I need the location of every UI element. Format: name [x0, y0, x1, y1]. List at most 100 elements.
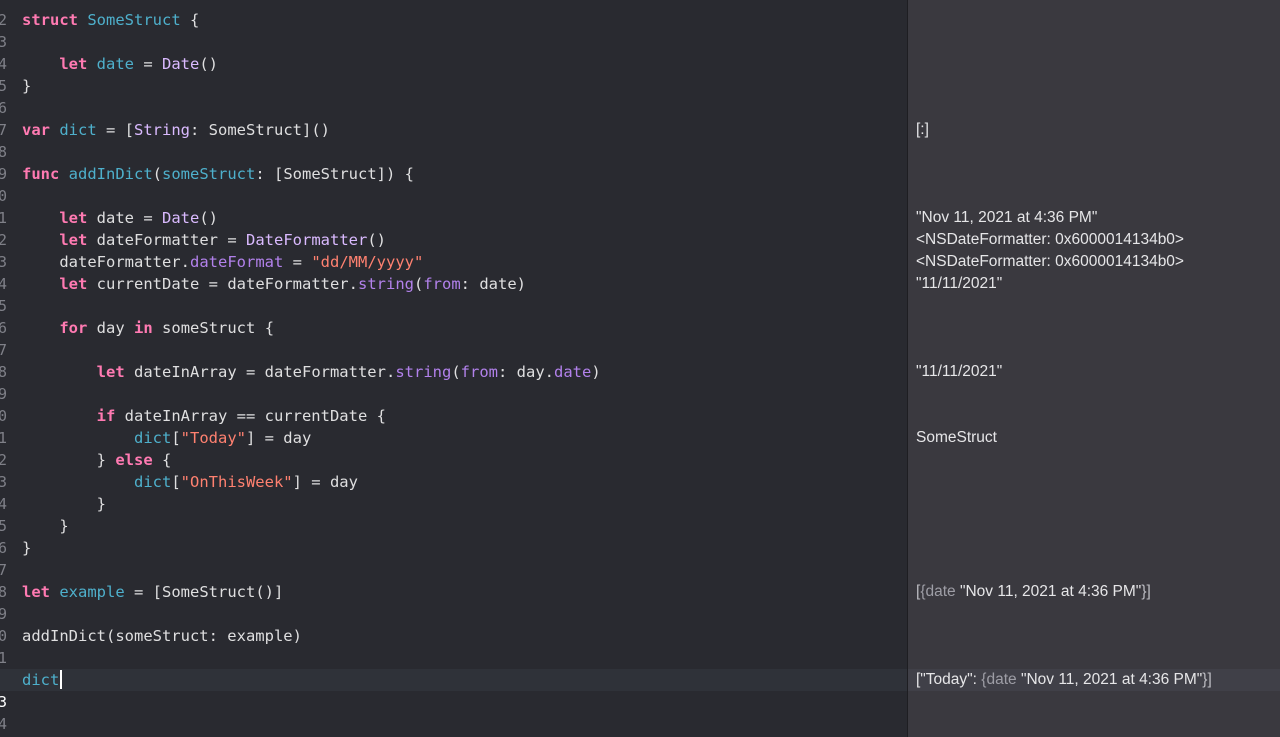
result-key: date — [925, 583, 960, 600]
property: date — [554, 363, 592, 381]
code-line[interactable]: 19 let dateInArray = dateFormatter.strin… — [0, 361, 907, 403]
identifier: currentDate — [96, 275, 200, 293]
result-value[interactable]: "11/11/2021" — [916, 273, 1002, 295]
result-value[interactable]: "11/11/2021" — [916, 361, 1002, 383]
punctuation: : SomeStruct]() — [190, 121, 330, 139]
identifier: addInDict — [68, 165, 153, 183]
code-line[interactable]: 30 — [0, 603, 907, 645]
result-value[interactable]: ["Today": {date "Nov 11, 2021 at 4:36 PM… — [916, 669, 1212, 691]
code-line[interactable]: 31 addInDict(someStruct: example) — [0, 625, 907, 667]
punctuation: { — [180, 11, 200, 29]
code-text: let dateFormatter = DateFormatter() — [22, 229, 386, 251]
punctuation: () — [199, 209, 218, 227]
code-line[interactable]: 5 let date = Date() — [0, 53, 907, 95]
code-line[interactable]: 24 dict["OnThisWeek"] = day — [0, 471, 907, 513]
code-line[interactable]: 9 — [0, 141, 907, 183]
punctuation: { — [152, 451, 172, 469]
code-text: let date = Date() — [22, 207, 218, 229]
punctuation: = — [218, 231, 246, 249]
identifier: dateFormatter — [59, 253, 181, 271]
string-literal: "OnThisWeek" — [180, 473, 293, 491]
result-value[interactable]: "Nov 11, 2021 at 4:36 PM" — [916, 207, 1097, 229]
code-line[interactable]: 14 dateFormatter.dateFormat = "dd/MM/yyy… — [0, 251, 907, 293]
identifier: date — [96, 55, 134, 73]
punctuation: { — [255, 319, 275, 337]
code-line[interactable]: 28 — [0, 559, 907, 601]
result-value[interactable]: [{date "Nov 11, 2021 at 4:36 PM"}] — [916, 581, 1151, 603]
punctuation: [ — [171, 429, 181, 447]
code-text: dict — [22, 669, 63, 691]
identifier: dict — [59, 121, 97, 139]
code-text: let example = [SomeStruct()] — [22, 581, 283, 603]
code-line[interactable]: 25 } — [0, 493, 907, 535]
result-value[interactable]: SomeStruct — [916, 427, 997, 449]
code-text: var dict = [String: SomeStruct]() — [22, 119, 330, 141]
code-line[interactable]: 32 — [0, 647, 907, 689]
result-value[interactable]: <NSDateFormatter: 0x6000014134b0> — [916, 229, 1184, 251]
code-text: } — [22, 75, 31, 97]
result-value[interactable]: <NSDateFormatter: 0x6000014134b0> — [916, 251, 1184, 273]
result-string: "Nov 11, 2021 at 4:36 PM" — [1020, 671, 1203, 688]
code-text: dict["OnThisWeek"] = day — [22, 471, 358, 493]
code-editor[interactable]: 2 3 struct SomeStruct { 4 5 let date = D… — [0, 0, 907, 737]
result-key: ["Today": — [916, 671, 982, 688]
code-line[interactable]: 3 struct SomeStruct { — [0, 9, 907, 51]
keyword: let — [59, 55, 88, 73]
identifier: date — [96, 209, 134, 227]
punctuation: }] — [1202, 671, 1212, 688]
code-text: func addInDict(someStruct: [SomeStruct])… — [22, 163, 414, 185]
text-cursor — [60, 670, 63, 689]
code-text: addInDict(someStruct: example) — [22, 627, 302, 645]
code-line[interactable]: 21 if dateInArray == currentDate { — [0, 405, 907, 447]
code-line[interactable]: 7 — [0, 97, 907, 139]
result-value[interactable]: [:] — [916, 119, 929, 141]
keyword: for — [59, 319, 88, 337]
code-line[interactable]: 2 — [0, 0, 907, 29]
code-line[interactable]: 17 for day in someStruct { — [0, 317, 907, 359]
identifier: dateFormatter — [96, 231, 218, 249]
code-line[interactable]: 26 } — [0, 515, 907, 557]
punctuation: [ — [171, 473, 181, 491]
current-code-line[interactable]: 33 dict — [0, 669, 907, 711]
code-line[interactable]: 4 — [0, 31, 907, 73]
argument-label: from — [423, 275, 461, 293]
punctuation: = — [283, 253, 312, 271]
punctuation: = — [236, 363, 265, 381]
code-line[interactable]: 11 — [0, 185, 907, 227]
keyword: else — [115, 451, 153, 469]
code-line[interactable]: 20 — [0, 383, 907, 425]
code-line[interactable]: 29 let example = [SomeStruct()] — [0, 581, 907, 623]
code-line[interactable]: 34 — [0, 691, 907, 733]
identifier: SomeStruct — [87, 11, 181, 29]
code-line[interactable]: 15 let currentDate = dateFormatter.strin… — [0, 273, 907, 315]
punctuation: = — [199, 275, 228, 293]
identifier: example — [59, 583, 125, 601]
argument-label: from — [460, 363, 498, 381]
punctuation: ( — [414, 275, 424, 293]
code-line[interactable]: 18 — [0, 339, 907, 381]
code-line[interactable]: 12 let date = Date() — [0, 207, 907, 249]
code-text: dict["Today"] = day — [22, 427, 311, 449]
code-line[interactable]: 22 dict["Today"] = day — [0, 427, 907, 469]
keyword: let — [22, 583, 50, 601]
code-line[interactable]: 6 } — [0, 75, 907, 117]
code-text: for day in someStruct { — [22, 317, 274, 339]
code-line[interactable]: 16 — [0, 295, 907, 337]
code-line[interactable]: 10 func addInDict(someStruct: [SomeStruc… — [0, 163, 907, 205]
code-text: if dateInArray == currentDate { — [22, 405, 386, 427]
code-text: } — [22, 493, 106, 515]
identifier: someStruct — [162, 319, 256, 337]
code-line[interactable]: 23 } else { — [0, 449, 907, 491]
keyword: let — [59, 275, 88, 293]
punctuation: ( — [152, 165, 163, 183]
code-text: let currentDate = dateFormatter.string(f… — [22, 273, 526, 295]
string-literal: "dd/MM/yyyy" — [311, 253, 424, 271]
result-string: "Nov 11, 2021 at 4:36 PM" — [959, 583, 1142, 600]
punctuation: () — [199, 55, 218, 73]
code-line[interactable]: 13 let dateFormatter = DateFormatter() — [0, 229, 907, 271]
punctuation: ) — [591, 363, 601, 381]
code-line[interactable]: 8 var dict = [String: SomeStruct]() — [0, 119, 907, 161]
code-line[interactable]: 27 } — [0, 537, 907, 579]
punctuation: . — [180, 253, 190, 271]
code-text: } else { — [22, 449, 172, 471]
